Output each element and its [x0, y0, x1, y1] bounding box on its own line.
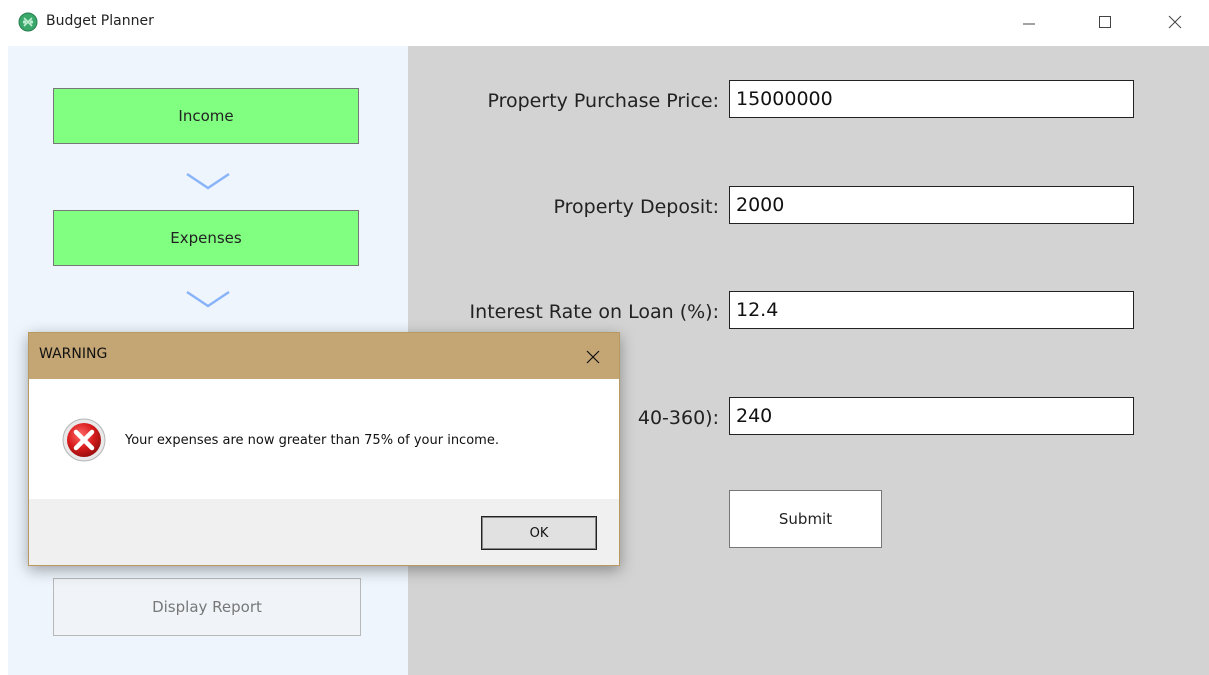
purchase-price-input[interactable]: 15000000 — [729, 80, 1134, 118]
dialog-close-button[interactable] — [577, 341, 609, 373]
dialog-message: Your expenses are now greater than 75% o… — [125, 433, 499, 448]
dialog-footer: OK — [29, 499, 619, 565]
chevron-down-icon — [186, 172, 230, 190]
app-icon — [18, 12, 38, 32]
close-icon — [586, 350, 600, 364]
chevron-down-icon — [186, 290, 230, 308]
error-x-icon — [62, 418, 106, 462]
interest-rate-input[interactable]: 12.4 — [729, 291, 1134, 329]
interest-rate-value: 12.4 — [736, 299, 779, 321]
warning-dialog: WARNING Your expenses are now greater th… — [28, 332, 620, 566]
income-step-button[interactable]: Income — [53, 88, 359, 144]
maximize-button[interactable] — [1082, 0, 1128, 44]
loan-months-value: 240 — [736, 405, 773, 427]
budget-planner-window: Budget Planner Income Expenses Display R… — [0, 0, 1209, 675]
expenses-step-label: Expenses — [170, 229, 242, 247]
dialog-body: Your expenses are now greater than 75% o… — [29, 379, 619, 499]
deposit-label: Property Deposit: — [553, 196, 719, 218]
loan-months-input[interactable]: 240 — [729, 397, 1134, 435]
close-button[interactable] — [1152, 0, 1198, 44]
deposit-value: 2000 — [736, 194, 785, 216]
maximize-icon — [1099, 16, 1111, 28]
minimize-button[interactable] — [1006, 0, 1052, 44]
dialog-title: WARNING — [39, 346, 108, 362]
loan-months-label: 40-360): — [637, 407, 719, 429]
title-bar: Budget Planner — [0, 0, 1209, 46]
close-icon — [1168, 15, 1182, 29]
ok-button[interactable]: OK — [481, 516, 597, 550]
expenses-step-button[interactable]: Expenses — [53, 210, 359, 266]
deposit-input[interactable]: 2000 — [729, 186, 1134, 224]
income-step-label: Income — [178, 107, 234, 125]
dialog-title-bar: WARNING — [29, 333, 619, 379]
submit-label: Submit — [778, 510, 833, 528]
interest-rate-label: Interest Rate on Loan (%): — [469, 301, 719, 323]
purchase-price-label: Property Purchase Price: — [487, 90, 719, 112]
purchase-price-value: 15000000 — [736, 88, 833, 110]
ok-label: OK — [529, 525, 549, 541]
submit-button[interactable]: Submit — [729, 490, 882, 548]
minimize-icon — [1023, 23, 1035, 25]
window-title: Budget Planner — [46, 13, 154, 29]
display-report-label: Display Report — [152, 598, 262, 616]
display-report-button[interactable]: Display Report — [53, 578, 361, 636]
